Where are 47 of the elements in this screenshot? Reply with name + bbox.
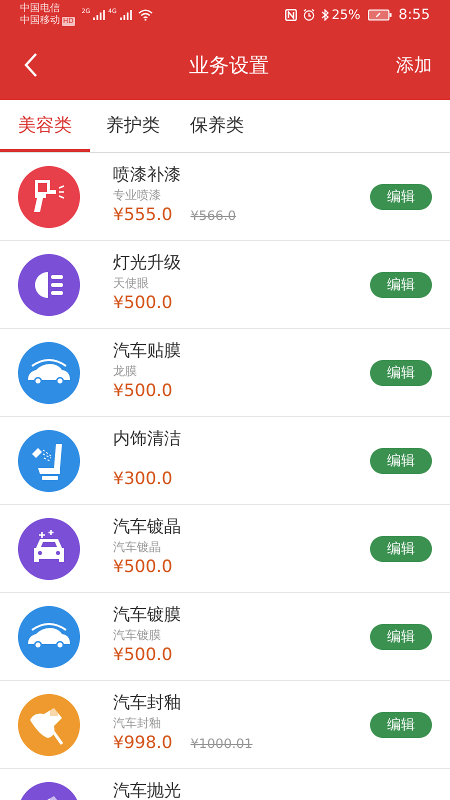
add-button[interactable]: 添加 bbox=[396, 53, 432, 77]
category-tab[interactable]: 美容类 bbox=[0, 100, 90, 152]
edit-button[interactable]: 编辑 bbox=[370, 448, 432, 474]
signal-icon bbox=[93, 10, 106, 20]
category-tab[interactable]: 保养类 bbox=[176, 100, 258, 152]
original-price: ¥566.0 bbox=[190, 209, 236, 224]
service-name: 汽车镀晶 bbox=[113, 516, 182, 538]
back-button[interactable] bbox=[24, 52, 38, 78]
alarm-icon bbox=[302, 9, 315, 21]
service-name: 内饰清洁 bbox=[113, 428, 182, 450]
edit-button[interactable]: 编辑 bbox=[370, 184, 432, 210]
service-name: 汽车抛光 bbox=[113, 780, 182, 800]
edit-button[interactable]: 编辑 bbox=[370, 360, 432, 386]
service-description: 汽车镀晶 bbox=[113, 539, 162, 556]
service-name: 汽车封釉 bbox=[113, 692, 182, 714]
service-description: 汽车镀膜 bbox=[113, 627, 162, 644]
edit-button[interactable]: 编辑 bbox=[370, 712, 432, 738]
battery-icon bbox=[368, 9, 392, 21]
category-tab[interactable]: 养护类 bbox=[92, 100, 174, 152]
price: ¥500.0 bbox=[113, 556, 172, 578]
service-name: 灯光升级 bbox=[113, 252, 182, 274]
price: ¥300.0 bbox=[113, 468, 172, 490]
clock-time: 8:55 bbox=[398, 7, 430, 23]
original-price: ¥1000.01 bbox=[190, 737, 253, 752]
service-name: 汽车贴膜 bbox=[113, 340, 182, 362]
battery-level: 25% bbox=[332, 8, 361, 22]
edit-button[interactable]: 编辑 bbox=[370, 536, 432, 562]
service-description: 龙膜 bbox=[113, 363, 138, 380]
edit-button[interactable]: 编辑 bbox=[370, 272, 432, 298]
service-name: 汽车镀膜 bbox=[113, 604, 182, 626]
signal-icon bbox=[120, 10, 132, 20]
wifi-icon bbox=[138, 9, 153, 21]
price: ¥500.0 bbox=[113, 644, 172, 666]
edit-button[interactable]: 编辑 bbox=[370, 624, 432, 650]
price: ¥555.0 bbox=[113, 204, 172, 226]
price: ¥500.0 bbox=[113, 292, 172, 314]
service-description: 专业喷漆 bbox=[113, 187, 162, 204]
carrier-name: 中国电信 bbox=[20, 3, 61, 14]
service-description: 天使眼 bbox=[113, 275, 150, 292]
carrier-name: 中国移动 bbox=[20, 15, 60, 27]
nfc-icon bbox=[284, 9, 297, 21]
price: ¥500.0 bbox=[113, 380, 172, 402]
price: ¥998.0 bbox=[113, 732, 172, 754]
service-name: 喷漆补漆 bbox=[113, 164, 182, 186]
page-title: 业务设置 bbox=[189, 52, 269, 78]
service-description: 汽车封釉 bbox=[113, 715, 162, 732]
bluetooth-icon bbox=[320, 9, 329, 21]
